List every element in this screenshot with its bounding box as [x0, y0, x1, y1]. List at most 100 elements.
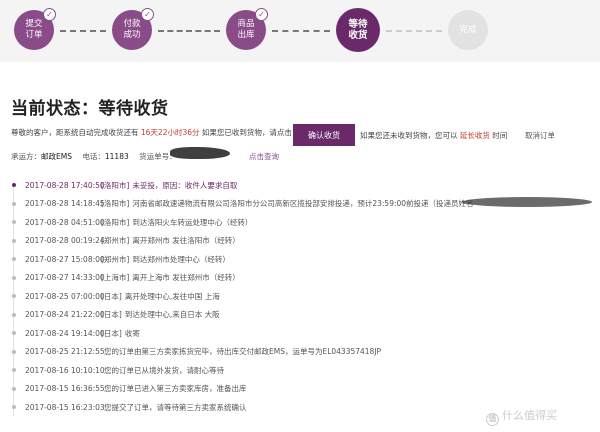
entry-time: 2017-08-24 21:22:00 [25, 310, 105, 320]
entry-description: 到达洛阳火车转运处理中心（经转） [132, 217, 253, 227]
step-label: 提交 订单 [25, 19, 43, 40]
timeline-dot-icon [12, 405, 16, 410]
cancel-order-link[interactable]: 取消订单 [525, 130, 555, 141]
entry-description: 河南省邮政速递物流有限公司洛阳市分公司高新区揽投部安排投递，预计23:59:00… [132, 199, 474, 209]
timeline-dot-icon [12, 220, 16, 225]
timeline-dot-icon [12, 257, 16, 262]
step-connector [386, 30, 442, 32]
timeline-dot-icon [12, 183, 16, 188]
carrier-label: 承运方： [11, 152, 41, 161]
check-icon: ✓ [43, 8, 56, 21]
timeline-entry: 2017-08-27 14:33:00 [上海市] 离开上海市 发往郑州市（经转） [11, 269, 596, 288]
entry-location: [日本] [101, 328, 122, 338]
timeline-entry: 2017-08-25 07:00:00 [日本] 离开处理中心,发往中国 上海 [11, 287, 596, 306]
entry-location: [洛阳市] [101, 217, 130, 227]
entry-location: [洛阳市] [101, 180, 130, 190]
watermark-icon: 值 [486, 413, 499, 426]
progress-steps: 提交 订单 ✓ 付款 成功 ✓ 商品 出库 ✓ 等待 收货 完成 [0, 0, 600, 62]
notice-prefix: 尊敬的客户，距系统自动完成收货还有 [11, 128, 139, 137]
entry-description: 离开处理中心,发往中国 上海 [124, 291, 220, 301]
step-shipped: 商品 出库 ✓ [226, 8, 268, 50]
timeline-entry: 2017-08-24 21:22:00 [日本] 到达处理中心,来自日本 大阪 [11, 306, 596, 325]
step-payment-success: 付款 成功 ✓ [112, 8, 154, 50]
entry-time: 2017-08-25 21:12:55 [25, 347, 105, 357]
entry-time: 2017-08-15 16:36:55 [25, 384, 105, 394]
entry-description: 您的订单已从境外发货，请耐心等待 [104, 365, 224, 375]
timeline-dot-icon [12, 349, 16, 354]
entry-location: [郑州市] [101, 236, 130, 246]
timeline-entry: 2017-08-15 16:36:55 您的订单已进入第三方卖家库房，准备出库 [11, 380, 596, 399]
redaction-mark [170, 147, 230, 159]
entry-description: 离开上海市 发往郑州市（经转） [132, 273, 240, 283]
timeline-entry: 2017-08-27 15:08:00 [郑州市] 到达郑州市处理中心（经转） [11, 250, 596, 269]
entry-description: 您的订单由第三方卖家拣货完毕，待出库交付邮政EMS，运单号为EL04335741… [104, 347, 382, 357]
extend-note: 如果您还未收到货物，您可以 延长收货 时间 [360, 130, 507, 141]
check-icon: ✓ [141, 8, 154, 21]
step-submit-order: 提交 订单 ✓ [14, 8, 56, 50]
entry-description: 离开郑州市 发往洛阳市（经转） [132, 236, 240, 246]
watermark: 值什么值得买 [486, 407, 557, 426]
timeline-entry: 2017-08-28 17:40:50 [洛阳市] 未妥投，原因：收件人要求自取 [11, 176, 596, 195]
entry-location: [日本] [101, 310, 122, 320]
step-label: 完成 [459, 24, 477, 35]
step-label: 等待 收货 [348, 19, 368, 41]
check-icon: ✓ [255, 8, 268, 21]
step-label: 付款 成功 [123, 19, 141, 40]
extend-prefix: 如果您还未收到货物，您可以 [360, 131, 458, 140]
extend-receipt-link[interactable]: 延长收货 [460, 131, 490, 140]
entry-description: 到达处理中心,来自日本 大阪 [124, 310, 220, 320]
timeline-dot-icon [12, 331, 16, 336]
redaction-mark [462, 197, 592, 207]
entry-description: 您提交了订单，请等待第三方卖家系统确认 [104, 402, 247, 412]
entry-time: 2017-08-27 15:08:00 [25, 254, 105, 264]
entry-time: 2017-08-24 19:14:00 [25, 328, 105, 338]
entry-time: 2017-08-16 10:10:10 [25, 365, 105, 375]
timeline-dot-icon [12, 275, 16, 280]
entry-location: [上海市] [101, 273, 130, 283]
phone-label: 电话： [82, 152, 105, 161]
timeline-dot-icon [12, 238, 16, 243]
auto-receipt-notice: 尊敬的客户，距系统自动完成收货还有 16天22小时36分 如果您已收到货物，请点… [11, 127, 292, 138]
page-title: 当前状态：等待收货 [11, 99, 169, 119]
step-connector [60, 30, 106, 32]
confirm-receipt-button[interactable]: 确认收货 [293, 124, 355, 146]
countdown-text: 16天22小时36分 [140, 128, 200, 137]
watermark-text: 什么值得买 [502, 409, 557, 422]
timeline-entry: 2017-08-28 04:51:00 [洛阳市] 到达洛阳火车转运处理中心（经转） [11, 213, 596, 232]
entry-time: 2017-08-28 14:18:45 [25, 199, 105, 209]
entry-time: 2017-08-25 07:00:00 [25, 291, 105, 301]
carrier-info: 承运方：邮政EMS 电话：11183 货运单号： 点击查询 [11, 151, 279, 162]
entry-time: 2017-08-28 17:40:50 [25, 180, 105, 190]
entry-location: [日本] [101, 291, 122, 301]
entry-description: 到达郑州市处理中心（经转） [132, 254, 230, 264]
timeline-dot-icon [12, 294, 16, 299]
entry-location: [郑州市] [101, 254, 130, 264]
timeline-entry: 2017-08-16 10:10:10 您的订单已从境外发货，请耐心等待 [11, 361, 596, 380]
step-connector [272, 30, 330, 32]
notice-suffix: 如果您已收到货物，请点击 [201, 128, 292, 137]
timeline-entry: 2017-08-28 00:19:24 [郑州市] 离开郑州市 发往洛阳市（经转） [11, 232, 596, 251]
step-label: 商品 出库 [237, 19, 255, 40]
entry-time: 2017-08-28 00:19:24 [25, 236, 105, 246]
entry-description: 收寄 [124, 328, 140, 338]
entry-time: 2017-08-15 16:23:03 [25, 402, 105, 412]
tracking-timeline: 2017-08-28 17:40:50 [洛阳市] 未妥投，原因：收件人要求自取 20… [11, 176, 596, 417]
timeline-dot-icon [12, 312, 16, 317]
entry-description: 您的订单已进入第三方卖家库房，准备出库 [104, 384, 247, 394]
extend-suffix: 时间 [492, 131, 508, 140]
timeline-dot-icon [12, 386, 16, 391]
entry-location: [洛阳市] [101, 199, 130, 209]
query-tracking-link[interactable]: 点击查询 [249, 152, 279, 161]
timeline-dot-icon [12, 201, 16, 206]
carrier-name: 邮政EMS [41, 152, 72, 161]
carrier-phone: 11183 [104, 152, 129, 161]
timeline-entry: 2017-08-24 19:14:00 [日本] 收寄 [11, 324, 596, 343]
step-awaiting-receipt: 等待 收货 [336, 8, 380, 52]
timeline-dot-icon [12, 368, 16, 373]
step-complete: 完成 [448, 10, 488, 50]
entry-time: 2017-08-27 14:33:00 [25, 273, 105, 283]
timeline-entry: 2017-08-25 21:12:55 您的订单由第三方卖家拣货完毕，待出库交付邮… [11, 343, 596, 362]
entry-description: 未妥投，原因：收件人要求自取 [132, 180, 238, 190]
step-connector [158, 30, 220, 32]
entry-time: 2017-08-28 04:51:00 [25, 217, 105, 227]
